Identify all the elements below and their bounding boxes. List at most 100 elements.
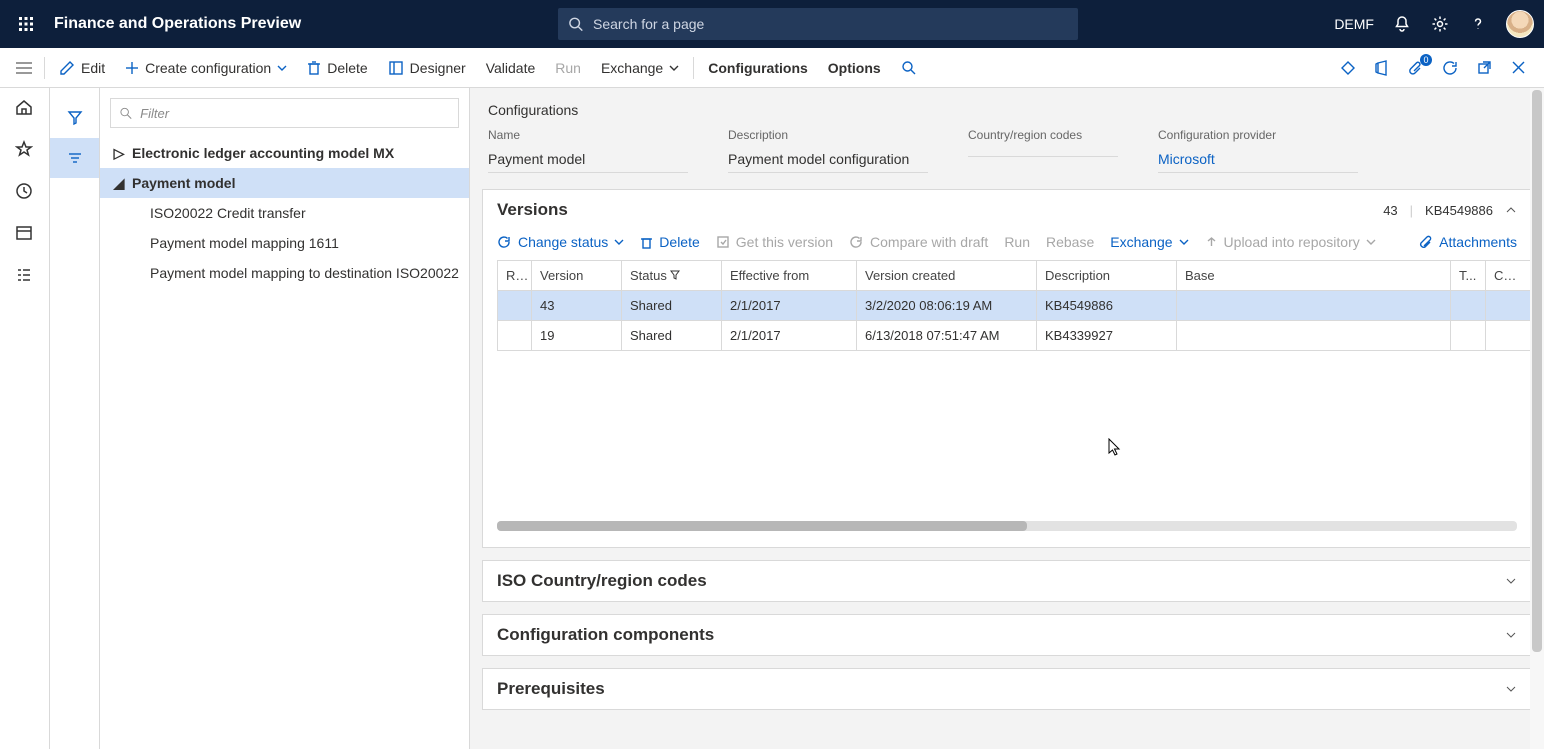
star-icon[interactable] — [15, 140, 35, 160]
col-header[interactable]: Effective from — [722, 261, 857, 291]
app-launcher-icon[interactable] — [10, 8, 42, 40]
name-value[interactable]: Payment model — [488, 146, 688, 173]
version-number: 43 — [1383, 203, 1397, 218]
col-header[interactable]: R... — [498, 261, 532, 291]
version-exchange-button[interactable]: Exchange — [1110, 234, 1188, 250]
popout-icon[interactable] — [1474, 58, 1494, 78]
tree-item[interactable]: Payment model mapping to destination ISO… — [100, 258, 469, 288]
delete-button[interactable]: Delete — [297, 48, 377, 87]
versions-toolbar: Change status Delete Get this version Co… — [483, 230, 1531, 260]
tree-label: Payment model mapping 1611 — [150, 235, 339, 251]
tree-label: ISO20022 Credit transfer — [150, 205, 306, 221]
section-title: Configuration components — [497, 625, 714, 645]
tree-label: Payment model — [132, 175, 235, 191]
bell-icon[interactable] — [1392, 14, 1412, 34]
designer-button[interactable]: Designer — [378, 48, 476, 87]
legal-entity[interactable]: DEMF — [1334, 16, 1374, 32]
app-title: Finance and Operations Preview — [54, 15, 301, 33]
attach-indicator-icon[interactable]: 0 — [1406, 58, 1426, 78]
iso-codes-header[interactable]: ISO Country/region codes — [483, 561, 1531, 601]
tree-filter[interactable] — [110, 98, 459, 128]
field-label: Description — [728, 128, 928, 142]
close-icon[interactable] — [1508, 58, 1528, 78]
tree-item-selected[interactable]: ◢ Payment model — [100, 168, 469, 198]
prerequisites-header[interactable]: Prerequisites — [483, 669, 1531, 709]
breadcrumb: Configurations — [470, 88, 1544, 118]
chevron-down-icon — [277, 63, 287, 73]
field-label: Name — [488, 128, 688, 142]
caret-down-icon: ◢ — [112, 175, 126, 192]
tree-item[interactable]: Payment model mapping 1611 — [100, 228, 469, 258]
field-label: Country/region codes — [968, 128, 1118, 142]
recent-icon[interactable] — [15, 182, 35, 202]
version-delete-button[interactable]: Delete — [640, 234, 699, 250]
versions-card: Versions 43 | KB4549886 Change status De… — [482, 189, 1532, 548]
prerequisites-card: Prerequisites — [482, 668, 1532, 710]
versions-grid[interactable]: R... Version Status Effective from Versi… — [497, 260, 1531, 351]
command-bar: Edit Create configuration Delete Designe… — [0, 48, 1544, 88]
chevron-up-icon — [1505, 204, 1517, 216]
validate-button[interactable]: Validate — [476, 48, 546, 87]
configuration-tree-pane: ▷ Electronic ledger accounting model MX … — [100, 88, 470, 749]
refresh-icon[interactable] — [1440, 58, 1460, 78]
configurations-tab[interactable]: Configurations — [698, 48, 818, 87]
col-header[interactable]: Version created — [857, 261, 1037, 291]
tree-filter-input[interactable] — [138, 105, 450, 122]
grid-row[interactable]: 19Shared2/1/20176/13/2018 07:51:47 AMKB4… — [498, 321, 1531, 351]
col-header[interactable]: Version — [532, 261, 622, 291]
tree-label: Electronic ledger accounting model MX — [132, 145, 394, 161]
col-header[interactable]: Status — [622, 261, 722, 291]
run-button: Run — [545, 48, 591, 87]
provider-link[interactable]: Microsoft — [1158, 146, 1358, 173]
funnel-icon[interactable] — [50, 98, 99, 138]
section-title: ISO Country/region codes — [497, 571, 707, 591]
config-components-card: Configuration components — [482, 614, 1532, 656]
tree-item[interactable]: ISO20022 Credit transfer — [100, 198, 469, 228]
chevron-down-icon — [1505, 575, 1517, 587]
global-search-input[interactable] — [591, 15, 1068, 33]
create-configuration-button[interactable]: Create configuration — [115, 48, 297, 87]
workspace-icon[interactable] — [15, 224, 35, 244]
home-icon[interactable] — [15, 98, 35, 118]
attachments-button[interactable]: Attachments — [1419, 234, 1517, 250]
chevron-down-icon — [1505, 683, 1517, 695]
hamburger-icon[interactable] — [8, 61, 40, 75]
tree-rail — [50, 88, 100, 749]
vertical-scrollbar[interactable] — [1530, 88, 1544, 749]
rebase-button: Rebase — [1046, 234, 1094, 250]
config-components-header[interactable]: Configuration components — [483, 615, 1531, 655]
country-codes-value[interactable] — [968, 146, 1118, 157]
tree-item[interactable]: ▷ Electronic ledger accounting model MX — [100, 138, 469, 168]
chevron-down-icon — [1179, 237, 1189, 247]
global-search[interactable] — [558, 8, 1078, 40]
search-command-icon[interactable] — [891, 48, 926, 87]
field-label: Configuration provider — [1158, 128, 1358, 142]
get-version-button: Get this version — [716, 234, 833, 250]
help-icon[interactable] — [1468, 14, 1488, 34]
col-header[interactable]: Description — [1037, 261, 1177, 291]
modules-icon[interactable] — [15, 266, 35, 286]
gear-icon[interactable] — [1430, 14, 1450, 34]
diamond-icon[interactable] — [1338, 58, 1358, 78]
record-header: Name Payment model Description Payment mod… — [470, 118, 1544, 189]
compare-button: Compare with draft — [849, 234, 988, 250]
col-header[interactable]: Base — [1177, 261, 1451, 291]
version-run-button: Run — [1004, 234, 1030, 250]
description-value[interactable]: Payment model configuration — [728, 146, 928, 173]
horizontal-scrollbar[interactable] — [497, 521, 1517, 531]
notification-badge: 0 — [1420, 54, 1432, 66]
change-status-button[interactable]: Change status — [497, 234, 624, 250]
lines-icon[interactable] — [50, 138, 99, 178]
configuration-tree: ▷ Electronic ledger accounting model MX … — [100, 138, 469, 288]
col-header[interactable]: T... — [1451, 261, 1486, 291]
versions-header[interactable]: Versions 43 | KB4549886 — [483, 190, 1531, 230]
exchange-button[interactable]: Exchange — [591, 48, 689, 87]
options-tab[interactable]: Options — [818, 48, 891, 87]
col-header[interactable]: Cou... — [1486, 261, 1531, 291]
edit-button[interactable]: Edit — [49, 48, 115, 87]
grid-row[interactable]: 43Shared2/1/20173/2/2020 08:06:19 AMKB45… — [498, 291, 1531, 321]
chevron-down-icon — [669, 63, 679, 73]
office-icon[interactable] — [1372, 58, 1392, 78]
content-area: Configurations Name Payment model Descrip… — [470, 88, 1544, 749]
user-avatar[interactable] — [1506, 10, 1534, 38]
